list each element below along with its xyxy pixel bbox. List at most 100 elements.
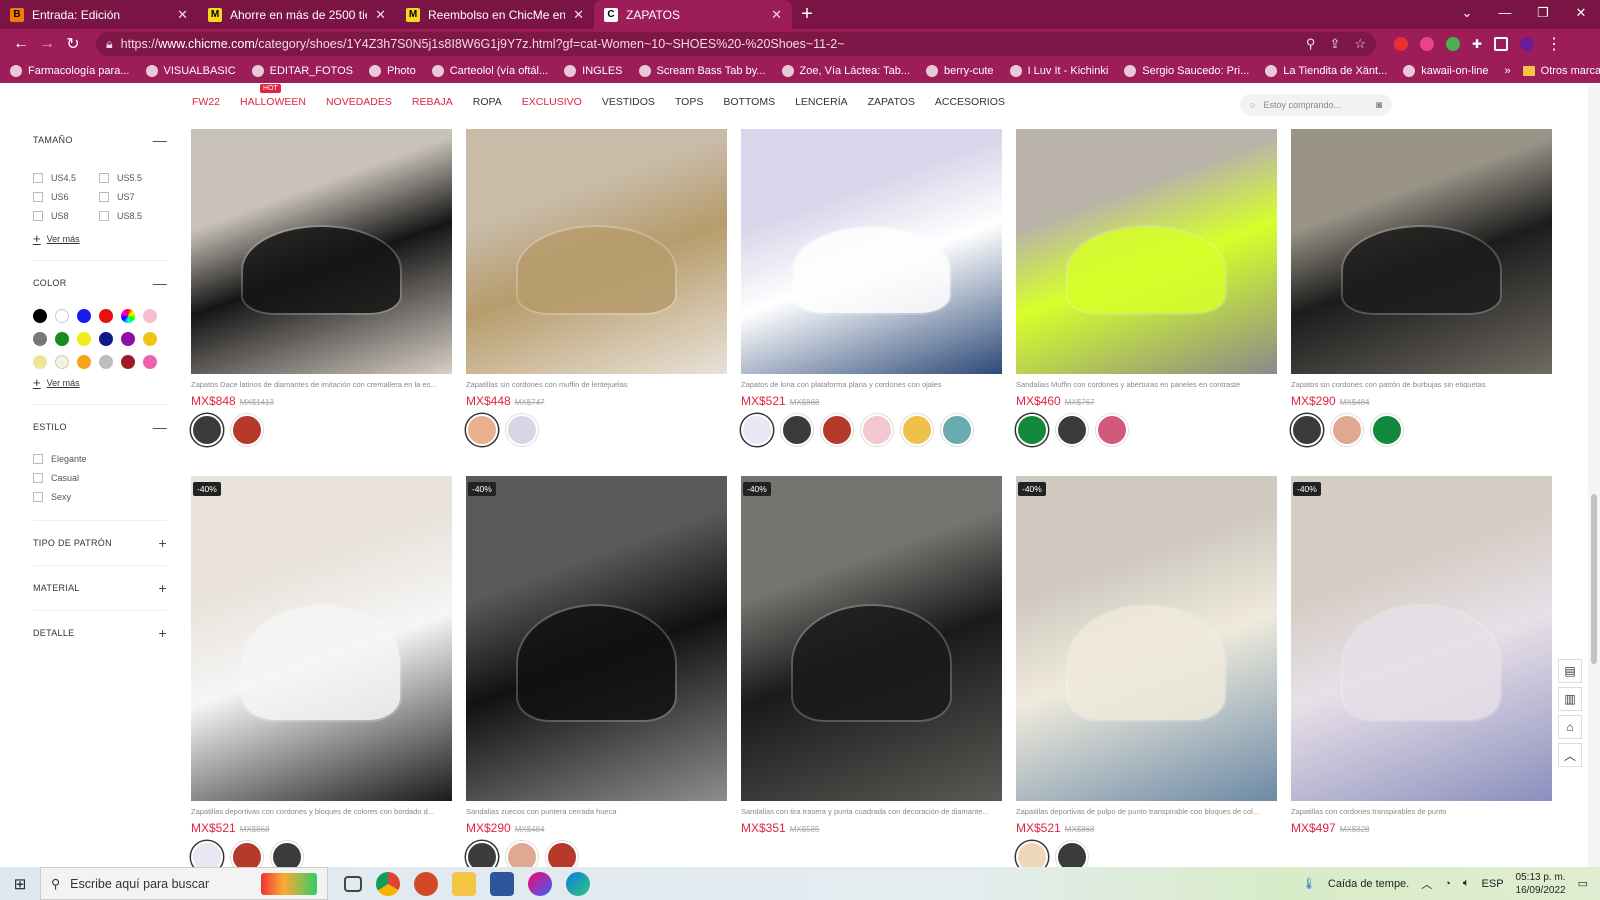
bookmark-item[interactable]: Carteolol (vía oftál... xyxy=(431,65,548,77)
product-color-swatch[interactable] xyxy=(1331,414,1363,446)
product-name[interactable]: Zapatos de lona con plataforma plana y c… xyxy=(741,380,1002,389)
product-color-swatch[interactable] xyxy=(546,841,578,867)
product-card[interactable]: -40% Sandalias zuecos con puntera cerrad… xyxy=(466,476,727,867)
product-color-swatch[interactable] xyxy=(506,414,538,446)
browser-tab[interactable]: C ZAPATOS ✕ xyxy=(594,0,792,29)
product-color-swatch[interactable] xyxy=(271,841,303,867)
new-tab-button[interactable]: + xyxy=(792,0,822,29)
weather-text[interactable]: Caída de tempe. xyxy=(1328,878,1409,890)
bookmark-item[interactable]: Farmacología para... xyxy=(10,65,130,77)
product-name[interactable]: Zapatos Dace latinos de diamantes de imi… xyxy=(191,380,452,389)
language-indicator[interactable]: ESP xyxy=(1482,878,1504,890)
tab-close-icon[interactable]: ✕ xyxy=(177,7,188,23)
clock[interactable]: 05:13 p. m. 16/09/2022 xyxy=(1516,871,1566,897)
bookmark-star-icon[interactable]: ☆ xyxy=(1354,36,1366,52)
size-checkbox[interactable]: US8 xyxy=(33,206,99,225)
nav-item[interactable]: EXCLUSIVO xyxy=(522,96,582,108)
nav-item[interactable]: TOPS xyxy=(675,96,703,108)
bookmarks-overflow-button[interactable]: » xyxy=(1505,65,1511,77)
style-checkbox[interactable]: Casual xyxy=(33,468,167,487)
color-swatch[interactable] xyxy=(77,355,91,369)
bookmark-item[interactable]: kawaii-on-line xyxy=(1403,65,1489,77)
bookmark-item[interactable]: Zoe, Vía Láctea: Tab... xyxy=(781,65,910,77)
product-name[interactable]: Sandalias con tira trasera y punta cuadr… xyxy=(741,807,1002,816)
product-color-swatch[interactable] xyxy=(901,414,933,446)
color-swatch[interactable] xyxy=(77,309,91,323)
browser-tab[interactable]: M Reembolso en ChicMe en Mexico ✕ xyxy=(396,0,594,29)
close-window-button[interactable]: ✕ xyxy=(1562,0,1600,29)
size-checkbox[interactable]: US5.5 xyxy=(99,168,165,187)
product-color-swatch[interactable] xyxy=(781,414,813,446)
forward-icon[interactable]: → xyxy=(34,35,60,53)
product-color-swatch[interactable] xyxy=(1096,414,1128,446)
windows-start-icon[interactable]: ⊞ xyxy=(0,875,40,893)
color-swatch[interactable] xyxy=(143,355,157,369)
color-swatch[interactable] xyxy=(121,309,135,323)
product-image[interactable] xyxy=(466,129,727,374)
page-scrollbar[interactable] xyxy=(1588,84,1600,867)
color-swatch[interactable] xyxy=(121,332,135,346)
collapse-icon[interactable]: — xyxy=(153,132,167,148)
product-card[interactable]: Zapatos de lona con plataforma plana y c… xyxy=(741,129,1002,446)
tab-close-icon[interactable]: ✕ xyxy=(573,7,584,23)
product-color-swatch[interactable] xyxy=(1056,414,1088,446)
file-explorer-icon[interactable] xyxy=(452,871,476,896)
bookmark-item[interactable]: INGLES xyxy=(564,65,623,77)
extension-instagram-icon[interactable] xyxy=(1420,37,1434,51)
size-checkbox[interactable]: US8.5 xyxy=(99,206,165,225)
product-image[interactable]: -40% xyxy=(466,476,727,801)
color-swatch[interactable] xyxy=(33,332,47,346)
nav-item[interactable]: LENCERÍA xyxy=(795,96,848,108)
share-icon[interactable]: ⇪ xyxy=(1329,36,1340,52)
product-color-swatch[interactable] xyxy=(231,414,263,446)
color-see-more-link[interactable]: + Ver más xyxy=(33,375,167,390)
product-color-swatch[interactable] xyxy=(941,414,973,446)
menu-icon[interactable]: ⋮ xyxy=(1546,34,1562,54)
color-swatch[interactable] xyxy=(33,355,47,369)
site-search-input[interactable]: ○ Estoy comprando... ◙ xyxy=(1240,94,1392,116)
profile-avatar[interactable] xyxy=(1520,37,1535,51)
color-swatch[interactable] xyxy=(99,332,113,346)
filter-pattern-header[interactable]: TIPO DE PATRÓN + xyxy=(33,535,167,551)
color-swatch[interactable] xyxy=(121,355,135,369)
bookmark-item[interactable]: Scream Bass Tab by... xyxy=(638,65,766,77)
bookmark-item[interactable]: Photo xyxy=(368,65,416,77)
notifications-icon[interactable]: ▭ xyxy=(1578,877,1588,890)
bookmark-item[interactable]: Sergio Saucedo: Pri... xyxy=(1124,65,1249,77)
style-checkbox[interactable]: Sexy xyxy=(33,487,167,506)
product-card[interactable]: Zapatillas sin cordones con muffin de le… xyxy=(466,129,727,446)
expand-icon[interactable]: + xyxy=(159,535,167,551)
nav-item[interactable]: HALLOWEEN HOT xyxy=(240,84,306,108)
product-color-swatch[interactable] xyxy=(1291,414,1323,446)
bookmark-item[interactable]: berry-cute xyxy=(926,65,994,77)
size-checkbox[interactable]: US6 xyxy=(33,187,99,206)
back-icon[interactable]: ← xyxy=(8,35,34,53)
minimize-button[interactable]: — xyxy=(1486,0,1524,29)
color-swatch[interactable] xyxy=(33,309,47,323)
product-image[interactable] xyxy=(191,129,452,374)
product-name[interactable]: Zapatillas deportivas de pulpo de punto … xyxy=(1016,807,1277,816)
product-card[interactable]: -40% Zapatillas deportivas con cordones … xyxy=(191,476,452,867)
color-swatch[interactable] xyxy=(99,309,113,323)
url-field[interactable]: 🔒︎ https://www.chicme.com/category/shoes… xyxy=(96,32,1376,56)
product-image[interactable]: -40% xyxy=(1291,476,1552,801)
filter-color-header[interactable]: COLOR — xyxy=(33,275,167,291)
product-color-swatch[interactable] xyxy=(466,841,498,867)
task-view-icon[interactable] xyxy=(344,875,362,892)
size-checkbox[interactable]: US7 xyxy=(99,187,165,206)
tray-overflow-icon[interactable]: ︿ xyxy=(1421,876,1432,892)
product-name[interactable]: Zapatillas con cordones transpirables de… xyxy=(1291,807,1552,816)
tab-close-icon[interactable]: ✕ xyxy=(375,7,386,23)
filter-detail-header[interactable]: DETALLE + xyxy=(33,625,167,641)
nav-item[interactable]: ZAPATOS xyxy=(868,96,915,108)
browser-tab[interactable]: B Entrada: Edición ✕ xyxy=(0,0,198,29)
expand-icon[interactable]: + xyxy=(159,580,167,596)
nav-item[interactable]: ACCESORIOS xyxy=(935,96,1005,108)
paint3d-icon[interactable] xyxy=(528,871,552,896)
bookmark-item[interactable]: La Tiendita de Xänt... xyxy=(1265,65,1387,77)
product-name[interactable]: Sandalias zuecos con puntera cerrada hue… xyxy=(466,807,727,816)
product-image[interactable]: -40% xyxy=(1016,476,1277,801)
weather-icon[interactable]: 🌡︎ xyxy=(1302,877,1316,890)
bookmark-item[interactable]: I Luv It - Kichinki xyxy=(1009,65,1108,77)
product-image[interactable]: -40% xyxy=(741,476,1002,801)
